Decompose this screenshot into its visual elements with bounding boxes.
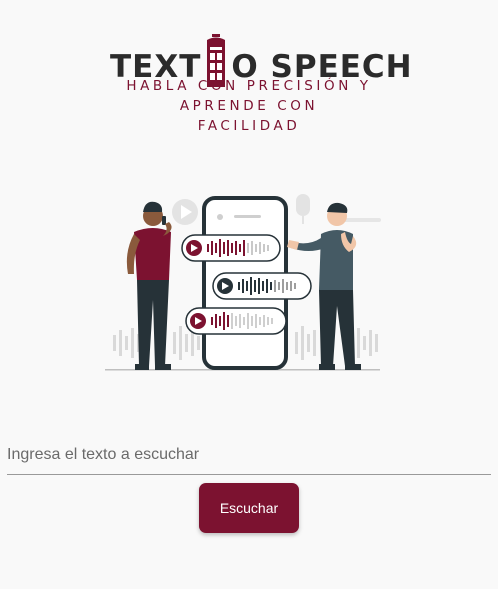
logo-subtitle-line: FACILIDAD (197, 118, 301, 134)
audio-message (212, 272, 312, 300)
text-input-container (7, 436, 491, 476)
audio-message (181, 234, 281, 262)
logo-subtitle: HABLA CON PRECISIÓN Y APRENDE CON FACILI… (100, 76, 398, 136)
hero-illustration (105, 194, 381, 371)
microphone-icon (296, 194, 310, 224)
audio-message (185, 307, 287, 335)
listen-button[interactable]: Escuchar (199, 483, 299, 533)
decor-bar (341, 218, 381, 222)
logo-subtitle-line: APRENDE CON (179, 98, 319, 114)
text-to-speak-input[interactable] (7, 436, 491, 475)
logo-subtitle-line: HABLA CON PRECISIÓN Y (126, 78, 372, 94)
